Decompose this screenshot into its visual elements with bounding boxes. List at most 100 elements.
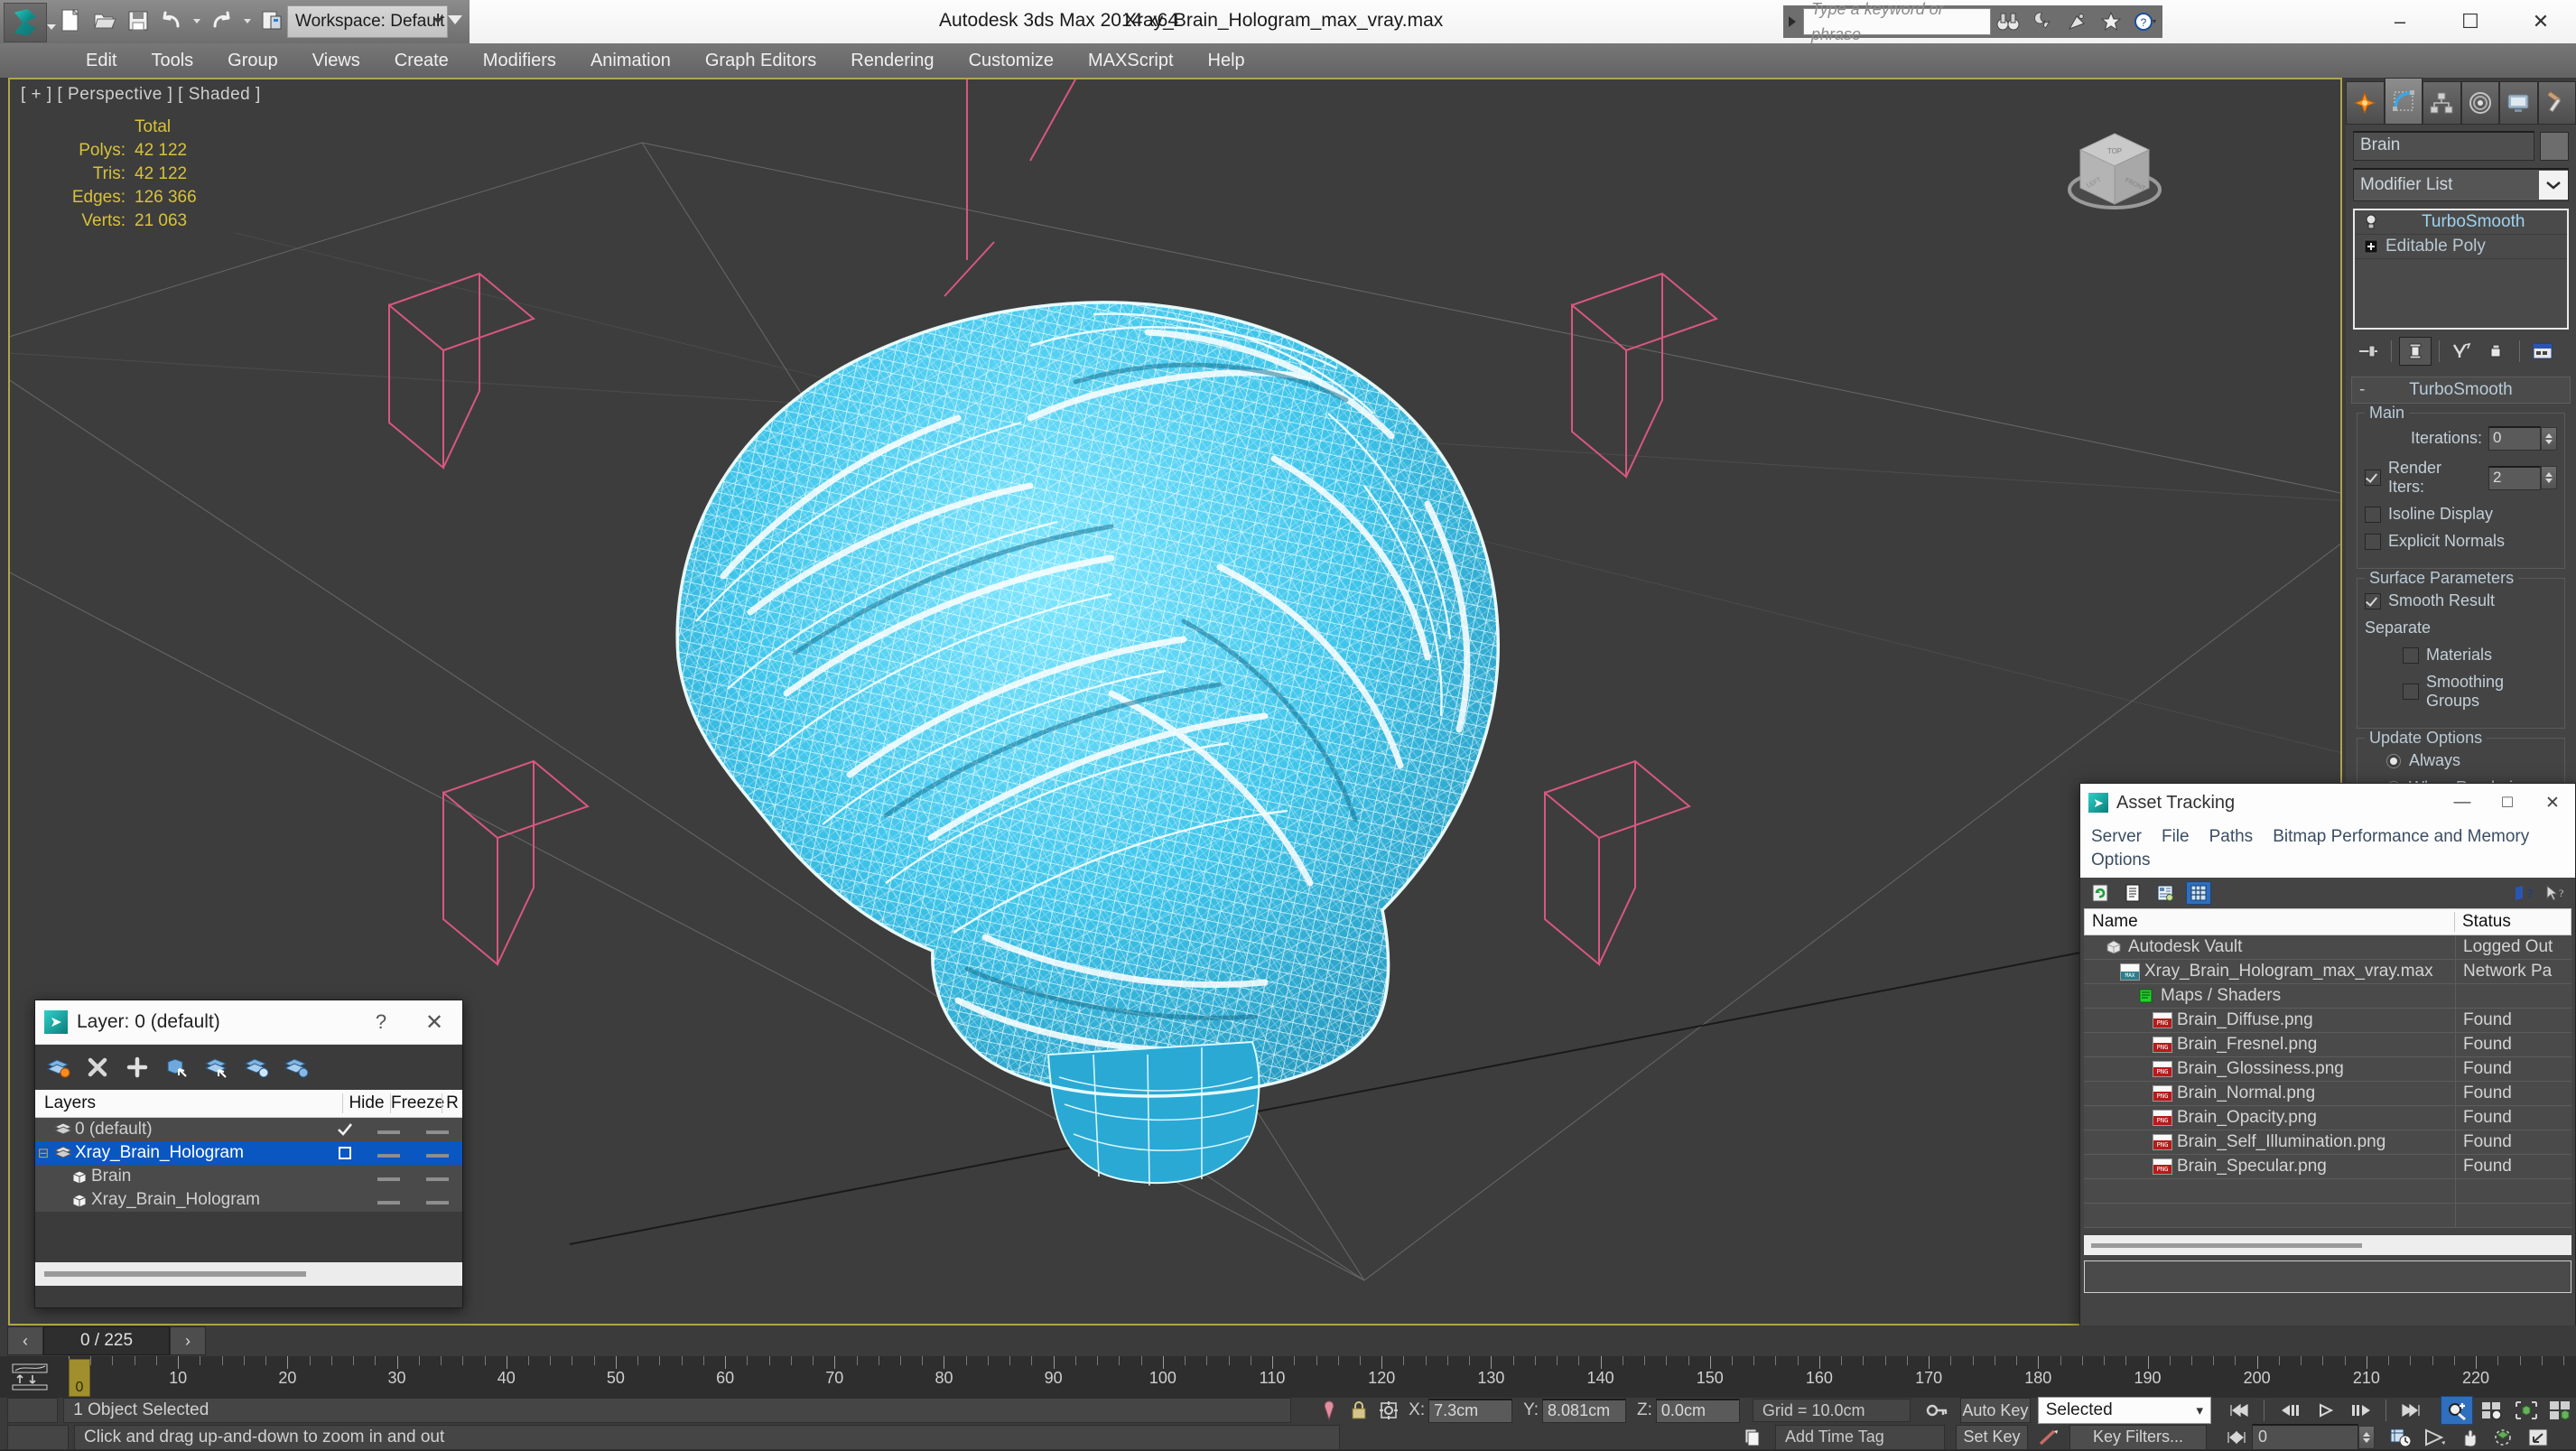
asset-menu-file[interactable]: File bbox=[2162, 825, 2190, 849]
selection-mode-dropdown[interactable]: Selected ▾ bbox=[2038, 1397, 2211, 1424]
menu-item-animation[interactable]: Animation bbox=[573, 43, 688, 78]
layer-dialog-scrollbar[interactable] bbox=[35, 1262, 462, 1286]
set-key-button[interactable]: Set Key bbox=[1956, 1425, 2028, 1450]
iterations-input[interactable]: 0 bbox=[2488, 426, 2541, 451]
expander-minus-icon[interactable]: ⊟ bbox=[35, 1145, 51, 1161]
close-button[interactable]: ✕ bbox=[2506, 0, 2576, 43]
time-configuration-icon[interactable] bbox=[2385, 1424, 2416, 1451]
help-icon[interactable]: ? bbox=[2128, 5, 2162, 38]
explicit-normals-checkbox[interactable] bbox=[2365, 534, 2381, 550]
menu-item-edit[interactable]: Edit bbox=[69, 43, 134, 78]
rollout-header-turbosmooth[interactable]: - TurboSmooth bbox=[2351, 377, 2571, 404]
modifier-stack-item-turbosmooth[interactable]: TurboSmooth bbox=[2355, 210, 2567, 235]
utilities-tab[interactable] bbox=[2538, 81, 2576, 125]
viewport-label[interactable]: [ + ] [ Perspective ] [ Shaded ] bbox=[21, 85, 261, 105]
column-freeze[interactable]: Freeze bbox=[390, 1093, 442, 1113]
go-to-end-icon[interactable] bbox=[2395, 1397, 2426, 1424]
asset-horizontal-scrollbar[interactable] bbox=[2084, 1235, 2571, 1255]
workspace-selector[interactable]: Workspace: Default bbox=[287, 5, 448, 38]
chevron-down-icon[interactable] bbox=[2539, 171, 2568, 200]
asset-row-brain-normal[interactable]: Brain_Normal.png Found bbox=[2084, 1082, 2571, 1106]
create-new-layer-icon[interactable] bbox=[44, 1054, 71, 1081]
redo-dropdown-icon[interactable] bbox=[244, 19, 251, 23]
3dsmax-logo-icon[interactable] bbox=[4, 3, 47, 42]
application-menu-chevron-icon[interactable] bbox=[47, 24, 56, 30]
horizontal-scroll-thumb[interactable] bbox=[44, 1271, 306, 1277]
column-layers[interactable]: Layers bbox=[35, 1093, 302, 1113]
hierarchy-tab[interactable] bbox=[2423, 81, 2461, 125]
maximize-button[interactable]: ☐ bbox=[2435, 0, 2506, 43]
smooth-result-checkbox[interactable] bbox=[2365, 593, 2381, 609]
hide-toggle[interactable]: ▬▬ bbox=[365, 1123, 412, 1137]
undo-dropdown-icon[interactable] bbox=[193, 19, 200, 23]
chevron-down-icon[interactable]: ▾ bbox=[2196, 1402, 2203, 1418]
layer-dialog-close-button[interactable]: ✕ bbox=[406, 1009, 462, 1036]
orbit-icon[interactable] bbox=[2488, 1424, 2519, 1451]
layer-row-brain-object[interactable]: Brain ▬▬ ▬▬ bbox=[35, 1165, 462, 1188]
lightbulb-icon[interactable] bbox=[2360, 214, 2382, 230]
add-selection-icon[interactable] bbox=[124, 1054, 151, 1081]
current-layer-checkbox[interactable] bbox=[325, 1146, 365, 1160]
modifier-stack[interactable]: TurboSmooth Editable Poly bbox=[2353, 209, 2569, 330]
pin-stack-icon[interactable] bbox=[2353, 338, 2384, 365]
zoom-extents-icon[interactable] bbox=[2511, 1397, 2542, 1424]
display-tab[interactable] bbox=[2499, 81, 2538, 125]
zoom-extents-all-icon[interactable] bbox=[2545, 1397, 2576, 1424]
make-unique-icon[interactable] bbox=[2447, 338, 2478, 365]
search-expand-icon[interactable] bbox=[1789, 16, 1796, 27]
previous-frame-icon[interactable] bbox=[2274, 1397, 2304, 1424]
horizontal-scroll-thumb[interactable] bbox=[2091, 1243, 2362, 1248]
menu-item-group[interactable]: Group bbox=[210, 43, 295, 78]
asset-menu-paths[interactable]: Paths bbox=[2209, 825, 2254, 849]
render-iters-input[interactable]: 2 bbox=[2488, 466, 2541, 490]
motion-tab[interactable] bbox=[2461, 81, 2500, 125]
pin-stack-icon[interactable] bbox=[1314, 1397, 1344, 1424]
always-radio[interactable] bbox=[2386, 754, 2401, 768]
play-icon[interactable] bbox=[2310, 1397, 2340, 1424]
asset-row-brain-fresnel[interactable]: Brain_Fresnel.png Found bbox=[2084, 1033, 2571, 1057]
previous-frame-button[interactable]: ‹ bbox=[7, 1326, 43, 1355]
brain-3d-model[interactable] bbox=[642, 188, 1599, 1208]
asset-tracking-dialog[interactable]: ➤ Asset Tracking — □ ✕ Server File Paths… bbox=[2079, 783, 2576, 1326]
zoom-icon[interactable] bbox=[2441, 1396, 2473, 1425]
asset-row-brain-opacity[interactable]: Brain_Opacity.png Found bbox=[2084, 1106, 2571, 1130]
maximize-viewport-icon[interactable] bbox=[2523, 1424, 2553, 1451]
minimize-button[interactable]: – bbox=[2365, 0, 2435, 43]
key-mode-toggle-icon[interactable] bbox=[1921, 1397, 1951, 1424]
key-mode-toggle-icon-2[interactable] bbox=[2221, 1424, 2252, 1451]
asset-menu-bitmap-performance[interactable]: Bitmap Performance and Memory bbox=[2273, 825, 2529, 849]
smoothing-groups-checkbox[interactable] bbox=[2403, 684, 2419, 700]
select-objects-in-layer-icon[interactable] bbox=[163, 1054, 191, 1081]
grid-view-icon[interactable] bbox=[2186, 881, 2211, 905]
remove-modifier-icon[interactable] bbox=[2481, 338, 2512, 365]
x-coordinate-input[interactable]: 7.3cm bbox=[1428, 1399, 1512, 1423]
list-view-icon[interactable] bbox=[2121, 882, 2144, 904]
asset-row-brain-self-illumination[interactable]: Brain_Self_Illumination.png Found bbox=[2084, 1130, 2571, 1155]
whats-this-help-icon[interactable]: ? bbox=[2512, 882, 2535, 904]
asset-menu-options[interactable]: Options bbox=[2091, 849, 2150, 872]
layer-dialog-help-button[interactable]: ? bbox=[356, 1010, 406, 1034]
open-mini-curve-editor-icon[interactable] bbox=[11, 1363, 51, 1391]
materials-checkbox[interactable] bbox=[2403, 647, 2419, 664]
set-key-filters-icon[interactable] bbox=[2033, 1424, 2064, 1451]
detail-view-icon[interactable] bbox=[2153, 882, 2177, 904]
isolate-selection-icon[interactable] bbox=[1373, 1397, 1403, 1424]
save-file-icon[interactable] bbox=[123, 5, 153, 36]
y-coordinate-input[interactable]: 8.081cm bbox=[1542, 1399, 1626, 1423]
iterations-spinner[interactable] bbox=[2541, 427, 2557, 451]
show-end-result-icon[interactable] bbox=[2399, 337, 2432, 366]
rollout-collapse-icon[interactable]: - bbox=[2359, 380, 2365, 400]
refresh-icon[interactable] bbox=[2088, 882, 2112, 904]
current-key-spinner[interactable] bbox=[2358, 1426, 2375, 1449]
next-frame-button[interactable]: › bbox=[170, 1326, 206, 1355]
menu-item-views[interactable]: Views bbox=[295, 43, 377, 78]
asset-maximize-button[interactable]: □ bbox=[2485, 784, 2530, 822]
star-icon[interactable] bbox=[2094, 5, 2128, 38]
hide-toggle[interactable]: ▬▬ bbox=[365, 1194, 412, 1207]
workspace-chevron-down-icon[interactable] bbox=[433, 18, 442, 23]
render-iters-checkbox[interactable] bbox=[2365, 470, 2381, 486]
create-tab[interactable] bbox=[2346, 81, 2385, 125]
undo-icon[interactable] bbox=[156, 5, 187, 36]
modifier-stack-item-editable-poly[interactable]: Editable Poly bbox=[2355, 235, 2567, 259]
go-to-start-icon[interactable] bbox=[2224, 1397, 2255, 1424]
